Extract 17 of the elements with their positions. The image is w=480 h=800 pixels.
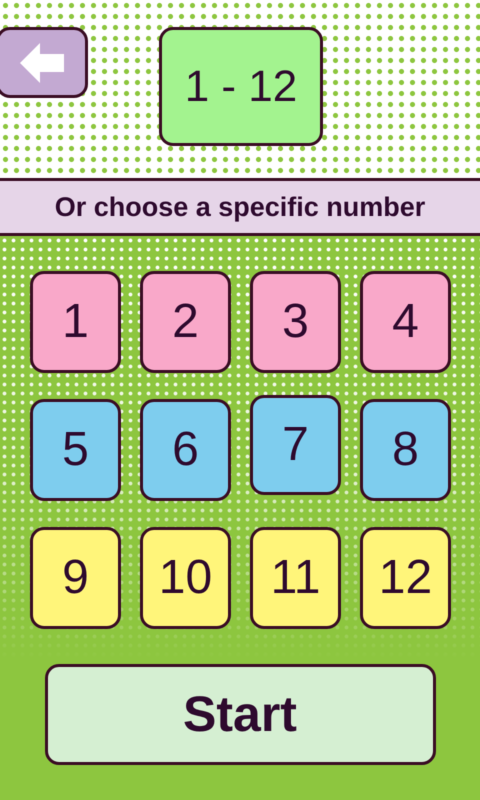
prompt-text: Or choose a specific number — [54, 190, 426, 224]
number-tile[interactable]: 11 — [250, 527, 341, 629]
number-tile[interactable]: 5 — [30, 399, 121, 501]
number-tile[interactable]: 1 — [30, 271, 121, 373]
back-arrow-icon — [20, 42, 64, 82]
number-tile[interactable]: 9 — [30, 527, 121, 629]
number-tile[interactable]: 7 — [250, 395, 341, 495]
start-button[interactable]: Start — [44, 664, 436, 765]
range-button[interactable]: 1 - 12 — [159, 27, 323, 146]
number-tile[interactable]: 10 — [140, 527, 231, 629]
back-button[interactable] — [0, 27, 88, 98]
number-tile[interactable]: 12 — [360, 527, 451, 629]
number-tile[interactable]: 4 — [360, 271, 451, 373]
number-tile[interactable]: 8 — [360, 399, 451, 501]
number-tile[interactable]: 6 — [140, 399, 231, 501]
number-tile[interactable]: 2 — [140, 271, 231, 373]
number-tile[interactable]: 3 — [250, 271, 341, 373]
